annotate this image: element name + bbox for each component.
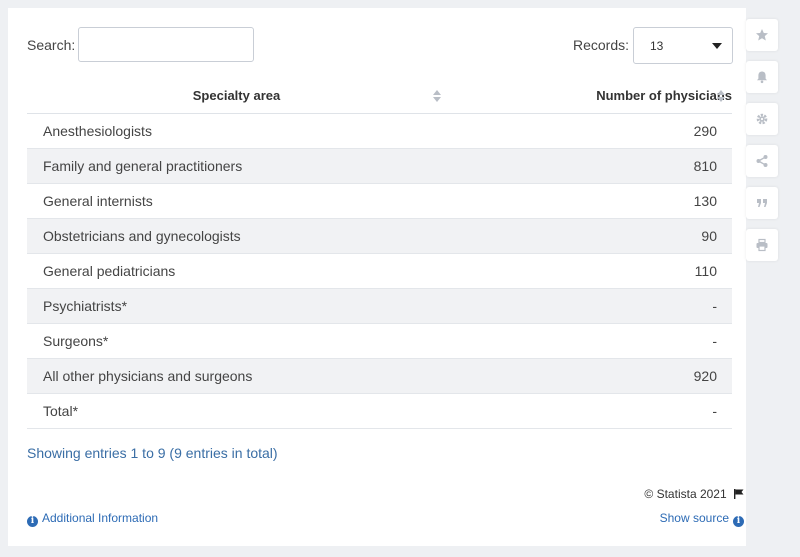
cell-count: 810 <box>446 148 732 184</box>
cell-specialty: Family and general practitioners <box>27 148 446 184</box>
column-header-specialty[interactable]: Specialty area <box>27 78 446 114</box>
cell-specialty: General pediatricians <box>27 253 446 289</box>
cell-specialty: Psychiatrists* <box>27 288 446 324</box>
table-row: Surgeons* - <box>27 323 732 359</box>
column-header-label: Specialty area <box>192 88 281 103</box>
share-icon <box>756 155 768 167</box>
print-icon <box>756 238 768 252</box>
settings-button[interactable] <box>746 103 778 135</box>
table-header-row: Specialty area Number of physicians <box>27 78 732 114</box>
show-source-link[interactable]: Show source i <box>608 511 744 527</box>
additional-information-link[interactable]: i Additional Information <box>27 511 158 527</box>
info-icon: i <box>733 516 744 527</box>
cell-count: 90 <box>446 218 732 254</box>
records-value: 13 <box>650 39 664 53</box>
notification-button[interactable] <box>746 61 778 93</box>
additional-information-label: Additional Information <box>42 511 159 525</box>
cell-specialty: Anesthesiologists <box>27 113 446 149</box>
column-header-physicians[interactable]: Number of physicians <box>446 78 732 114</box>
cell-count: 920 <box>446 358 732 394</box>
cell-specialty: Obstetricians and gynecologists <box>27 218 446 254</box>
star-icon <box>756 29 768 41</box>
records-select[interactable]: 13 <box>633 27 733 64</box>
gear-icon <box>756 113 768 125</box>
share-button[interactable] <box>746 145 778 177</box>
table-row: Psychiatrists* - <box>27 288 732 324</box>
statistic-card: Search: Records: 13 Specialty area Numbe… <box>8 8 746 546</box>
show-source-label: Show source <box>659 511 729 525</box>
bell-icon <box>757 71 767 84</box>
chevron-down-icon <box>712 43 722 49</box>
favorite-button[interactable] <box>746 19 778 51</box>
cell-specialty: Surgeons* <box>27 323 446 359</box>
cell-specialty: Total* <box>27 393 446 429</box>
table-row: General pediatricians 110 <box>27 253 732 289</box>
cell-count: 130 <box>446 183 732 219</box>
data-table: Specialty area Number of physicians Anes… <box>27 78 732 429</box>
cell-count: - <box>446 393 732 429</box>
cell-count: - <box>446 323 732 359</box>
entries-info: Showing entries 1 to 9 (9 entries in tot… <box>27 445 278 461</box>
table-row: All other physicians and surgeons 920 <box>27 358 732 394</box>
table-row: Anesthesiologists 290 <box>27 113 732 149</box>
cell-specialty: All other physicians and surgeons <box>27 358 446 394</box>
search-label: Search: <box>27 37 76 53</box>
table-row: General internists 130 <box>27 183 732 219</box>
cell-count: 290 <box>446 113 732 149</box>
copyright-text: © Statista 2021 <box>644 487 727 501</box>
records-label: Records: <box>573 37 630 53</box>
search-input[interactable] <box>78 27 254 62</box>
copyright: © Statista 2021 <box>528 487 744 501</box>
table-row: Family and general practitioners 810 <box>27 148 732 184</box>
table-row: Total* - <box>27 393 732 429</box>
info-icon: i <box>27 516 38 527</box>
cell-count: 110 <box>446 253 732 289</box>
cite-button[interactable] <box>746 187 778 219</box>
cell-specialty: General internists <box>27 183 446 219</box>
quote-icon <box>757 199 767 207</box>
table-row: Obstetricians and gynecologists 90 <box>27 218 732 254</box>
sort-icon[interactable] <box>717 90 725 102</box>
column-header-label: Number of physicians <box>596 88 732 103</box>
cell-count: - <box>446 288 732 324</box>
sort-icon[interactable] <box>433 90 441 102</box>
print-button[interactable] <box>746 229 778 261</box>
side-toolbar <box>746 19 780 271</box>
flag-icon[interactable] <box>734 489 744 499</box>
